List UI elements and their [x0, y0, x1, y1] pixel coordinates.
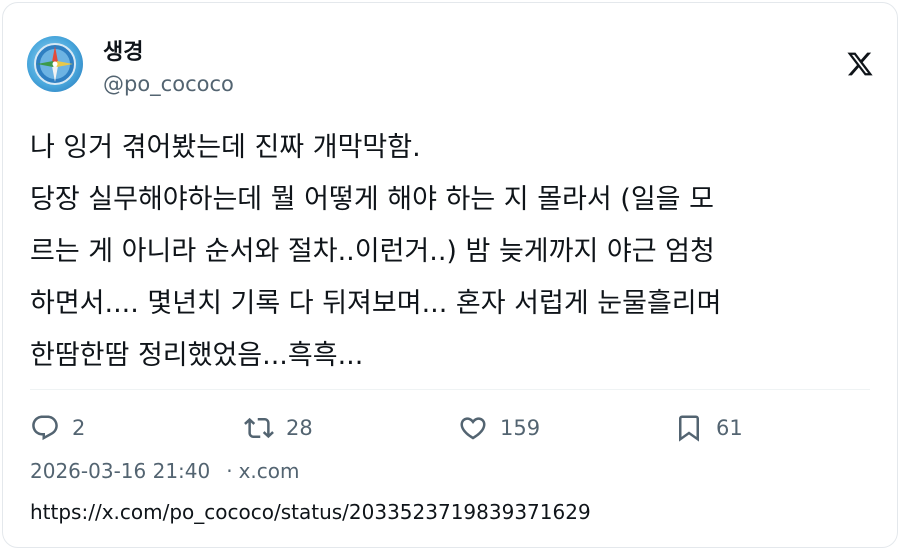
- display-name[interactable]: 생경: [103, 34, 143, 66]
- reply-button[interactable]: 2: [30, 408, 85, 448]
- repost-button[interactable]: 28: [244, 408, 313, 448]
- tweet-line: 당장 실무해야하는데 뭘 어떻게 해야 하는 지 몰라서 (일을 모: [30, 184, 714, 215]
- bookmark-button[interactable]: 61: [674, 408, 743, 448]
- timestamp[interactable]: 2026-03-16 21:40: [30, 459, 210, 483]
- like-button[interactable]: 159: [458, 408, 540, 448]
- bookmark-icon: [679, 415, 699, 442]
- tweet-line: 나 잉거 겪어봤는데 진짜 개막막함.: [30, 132, 421, 163]
- like-count: 159: [500, 416, 541, 440]
- status-url[interactable]: https://x.com/po_cococo/status/203352371…: [30, 500, 591, 524]
- tweet-line: 하면서.... 몇년치 기록 다 뒤져보며... 혼자 서럽게 눈물흘리며: [30, 288, 722, 319]
- reply-icon: [32, 415, 58, 441]
- tweet-line: 르는 게 아니라 순서와 절차..이런거..) 밤 늦게까지 야근 엄청: [30, 236, 715, 267]
- tweet-meta: 2026-03-16 21:40 · x.com: [30, 459, 300, 483]
- repost-count: 28: [286, 416, 313, 440]
- source-link[interactable]: x.com: [239, 459, 300, 483]
- compass-icon: [34, 43, 76, 85]
- handle[interactable]: @po_cococo: [103, 72, 234, 96]
- avatar[interactable]: [27, 36, 83, 92]
- reply-count: 2: [72, 416, 86, 440]
- x-logo-icon[interactable]: [846, 50, 874, 78]
- bookmark-count: 61: [716, 416, 743, 440]
- repost-icon: [244, 417, 274, 439]
- tweet-text: 나 잉거 겪어봤는데 진짜 개막막함. 당장 실무해야하는데 뭘 어떻게 해야 …: [30, 122, 870, 382]
- heart-icon: [460, 417, 486, 440]
- meta-separator: ·: [226, 459, 233, 483]
- action-bar: 2 28 159 61: [0, 408, 900, 448]
- tweet-line: 한땀한땀 정리했었음...흑흑...: [30, 340, 364, 371]
- divider: [30, 389, 870, 390]
